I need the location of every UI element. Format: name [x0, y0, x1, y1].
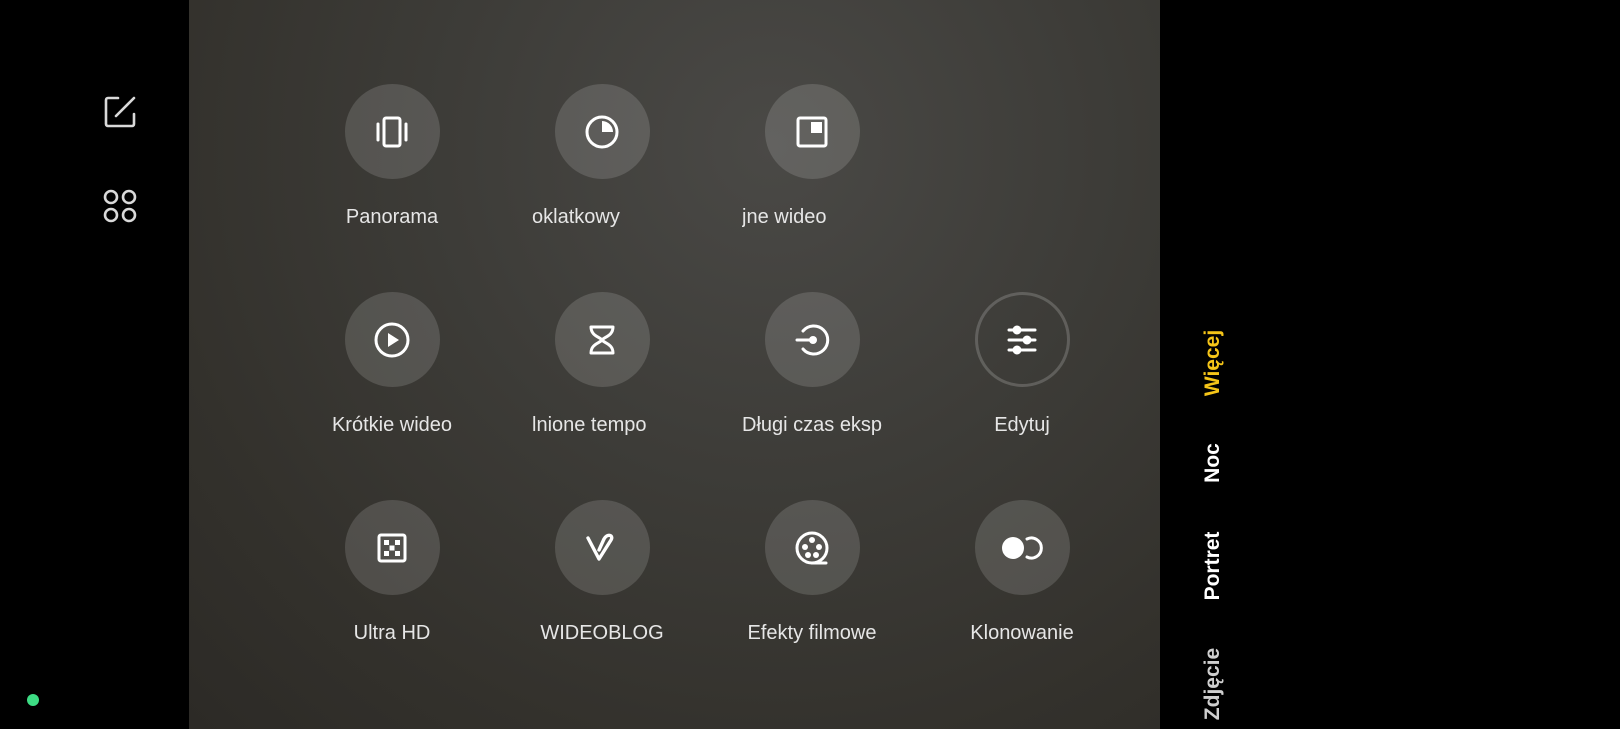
mode-label: Edytuj — [994, 414, 1050, 436]
film-reel-icon — [764, 500, 860, 595]
clone-icon — [974, 500, 1070, 595]
mode-slow-motion[interactable]: lnione tempo — [502, 292, 702, 462]
tab-photo[interactable]: Zdjęcie — [1201, 648, 1225, 720]
more-modes-panel: Panorama oklatkowy jne wideo Krótkie wid… — [189, 0, 1160, 729]
sliders-icon — [974, 292, 1070, 387]
mode-label: oklatkowy — [532, 206, 620, 228]
mode-panorama[interactable]: Panorama — [292, 84, 492, 254]
mode-label: lnione tempo — [532, 414, 647, 436]
mode-label: Ultra HD — [353, 622, 431, 644]
tab-more[interactable]: Więcej — [1201, 330, 1225, 396]
play-circle-icon — [344, 292, 440, 387]
pip-icon — [764, 84, 860, 179]
mode-label: jne wideo — [742, 206, 827, 228]
right-rail — [1160, 0, 1620, 729]
status-indicator-dot — [27, 694, 39, 706]
mode-label: Panorama — [345, 206, 439, 228]
stopwatch-icon — [554, 84, 650, 179]
mode-long-exposure[interactable]: Długi czas eksp — [712, 292, 912, 462]
four-dots-grid-icon[interactable] — [100, 186, 140, 226]
edit-square-icon[interactable] — [100, 92, 140, 132]
mode-edit[interactable]: Edytuj — [922, 292, 1122, 462]
mode-label: WIDEOBLOG — [540, 622, 664, 644]
mode-ultra-hd[interactable]: Ultra HD — [292, 500, 492, 670]
mode-clone[interactable]: Klonowanie — [922, 500, 1122, 670]
left-rail — [0, 0, 189, 729]
mode-label: Długi czas eksp — [742, 414, 882, 436]
hourglass-icon — [554, 292, 650, 387]
mode-dual-video[interactable]: jne wideo — [712, 84, 912, 254]
mode-short-video[interactable]: Krótkie wideo — [292, 292, 492, 462]
mode-label: Klonowanie — [970, 622, 1074, 644]
vlog-icon — [554, 500, 650, 595]
tab-portrait[interactable]: Portret — [1201, 532, 1225, 601]
tab-night[interactable]: Noc — [1201, 443, 1225, 483]
mode-vlog[interactable]: WIDEOBLOG — [502, 500, 702, 670]
panorama-icon — [344, 84, 440, 179]
mode-label: Krótkie wideo — [331, 414, 453, 436]
camera-screen: Panorama oklatkowy jne wideo Krótkie wid… — [0, 0, 1620, 729]
mode-label: Efekty filmowe — [747, 622, 877, 644]
mode-timelapse[interactable]: oklatkowy — [502, 84, 702, 254]
ultra-hd-icon — [344, 500, 440, 595]
mode-film-effects[interactable]: Efekty filmowe — [712, 500, 912, 670]
exposure-icon — [764, 292, 860, 387]
